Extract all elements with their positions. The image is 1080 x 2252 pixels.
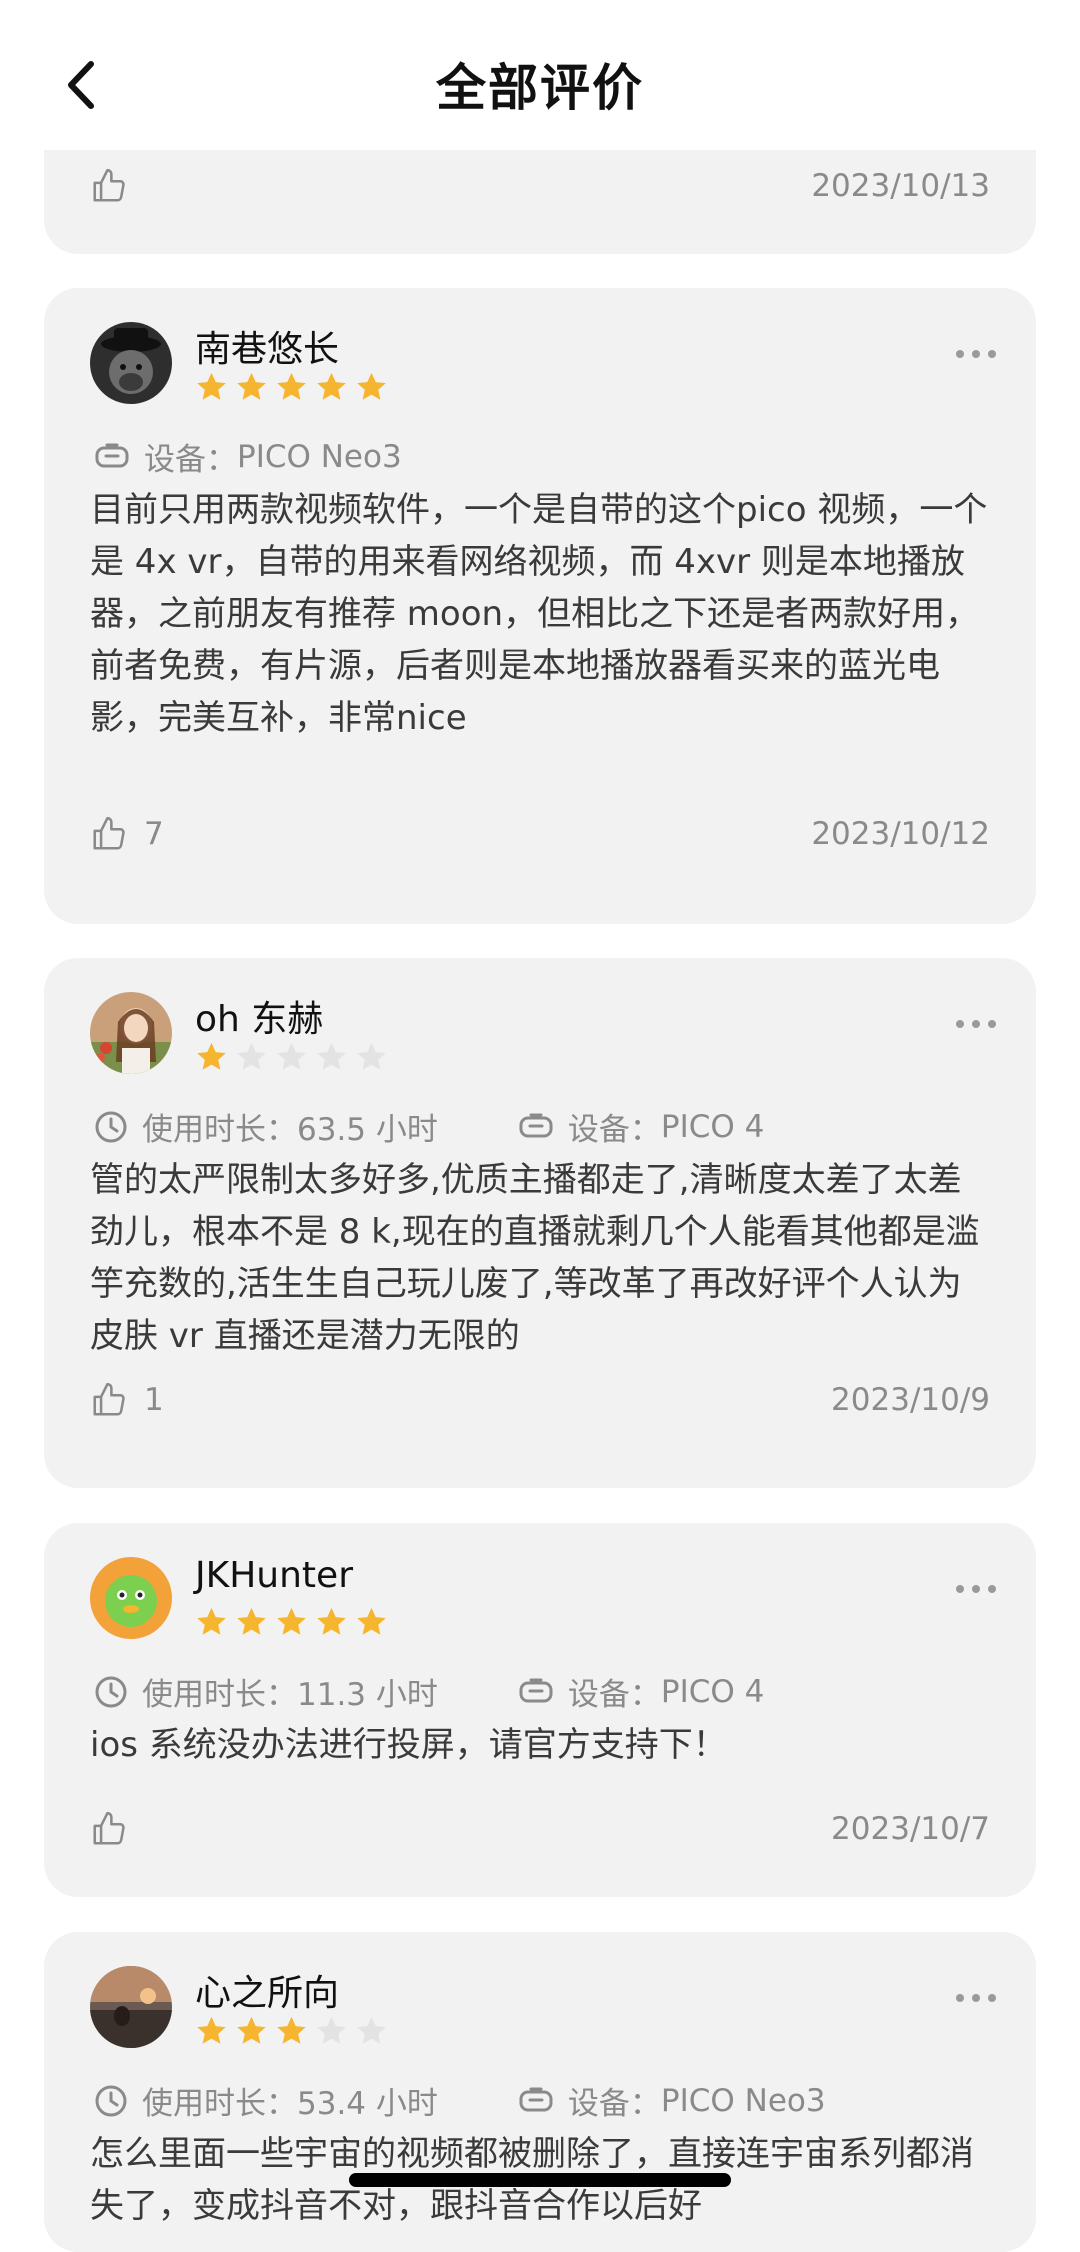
top-nav-bar: 全部评价 — [0, 0, 1080, 150]
like-button[interactable] — [90, 1810, 128, 1848]
rating-stars — [194, 2014, 389, 2049]
review-content: ios 系统没办法进行投屏，请官方支持下！ — [90, 1725, 727, 1765]
duration-value: 63.5 小时 — [297, 1112, 438, 1148]
clock-icon — [95, 1676, 127, 1707]
star-icon — [317, 372, 346, 400]
review-content: 管的太严限制太多好多,优质主播都走了,清晰度太差了太差劲儿，根本不是 8 k,现… — [90, 1160, 980, 1356]
star-icon — [317, 1042, 346, 1070]
star-icon — [277, 372, 306, 400]
duration-value: 11.3 小时 — [297, 1677, 438, 1713]
star-icon — [197, 1607, 226, 1635]
like-button[interactable]: 1 — [90, 1381, 164, 1419]
star-icon — [317, 2016, 346, 2044]
review-date: 2023/10/9 — [831, 1382, 990, 1418]
star-icon — [237, 1042, 266, 1070]
rating-stars — [194, 370, 389, 405]
device-value: PICO Neo3 — [237, 438, 402, 475]
username: 心之所向 — [195, 1973, 340, 2014]
headset-icon — [519, 1678, 553, 1702]
username: JKHunter — [195, 1555, 353, 1596]
star-icon — [237, 1607, 266, 1635]
thumbs-up-icon — [93, 168, 125, 202]
device-label: 设备： — [567, 1112, 661, 1148]
device-info: 设备： PICO Neo3 — [518, 2078, 826, 2123]
star-icon — [277, 1607, 306, 1635]
thumbs-up-icon — [93, 1382, 125, 1416]
device-label: 设备： — [144, 442, 237, 478]
home-indicator[interactable] — [349, 2173, 731, 2187]
review-content: 目前只用两款视频软件，一个是自带的这个pico 视频，一个是 4x vr，自带的… — [90, 490, 988, 738]
like-button[interactable] — [90, 167, 128, 205]
headset-icon — [95, 443, 129, 467]
star-icon — [277, 2016, 306, 2044]
device-info: 设备： PICO Neo3 — [94, 434, 402, 479]
star-icon — [357, 1607, 386, 1635]
more-options-button[interactable] — [956, 1585, 996, 1593]
duration-label: 使用时长： — [142, 2086, 297, 2122]
rating-stars — [194, 1040, 389, 1075]
more-dots-icon — [956, 1020, 964, 1028]
more-dots-icon — [956, 1994, 964, 2002]
star-icon — [197, 1042, 226, 1070]
star-icon — [357, 372, 386, 400]
like-count: 1 — [144, 1382, 164, 1418]
star-icon — [357, 2016, 386, 2044]
device-value: PICO Neo3 — [660, 2082, 826, 2119]
username: 南巷悠长 — [195, 329, 340, 370]
device-value: PICO 4 — [660, 1108, 765, 1145]
star-icon — [317, 1607, 346, 1635]
avatar[interactable] — [90, 1966, 172, 2048]
star-icon — [357, 1042, 386, 1070]
duration-info: 使用时长： 11.3 小时 — [94, 1669, 438, 1714]
review-card: oh 东赫 使用时长： 63.5 小时 设备： PICO 4 管的太严限制太多好… — [44, 958, 1036, 1488]
review-date: 2023/10/7 — [831, 1811, 990, 1847]
duration-label: 使用时长： — [142, 1677, 297, 1713]
headset-icon — [519, 2087, 553, 2111]
thumbs-up-icon — [93, 1811, 125, 1845]
more-dots-icon — [956, 1585, 964, 1593]
review-card: 心之所向 使用时长： 53.4 小时 设备： PICO Neo3 怎么里面一些宇… — [44, 1932, 1036, 2252]
duration-label: 使用时长： — [142, 1112, 297, 1148]
clock-icon — [95, 2085, 127, 2116]
headset-icon — [519, 1113, 553, 1137]
review-card: JKHunter 使用时长： 11.3 小时 设备： PICO 4 ios 系统… — [44, 1523, 1036, 1897]
more-options-button[interactable] — [956, 350, 996, 358]
more-options-button[interactable] — [956, 1020, 996, 1028]
like-count: 7 — [144, 816, 164, 852]
like-button[interactable]: 7 — [90, 815, 164, 853]
rating-stars — [194, 1605, 389, 1640]
avatar[interactable] — [90, 992, 172, 1074]
duration-info: 使用时长： 53.4 小时 — [94, 2078, 438, 2123]
device-label: 设备： — [567, 2086, 661, 2122]
device-value: PICO 4 — [660, 1673, 765, 1710]
avatar[interactable] — [90, 322, 172, 404]
device-info: 设备： PICO 4 — [518, 1104, 764, 1149]
thumbs-up-icon — [93, 816, 125, 850]
review-date: 2023/10/12 — [811, 816, 990, 852]
star-icon — [237, 2016, 266, 2044]
duration-value: 53.4 小时 — [297, 2086, 438, 2122]
more-options-button[interactable] — [956, 1994, 996, 2002]
review-date: 2023/10/13 — [811, 168, 990, 204]
more-dots-icon — [956, 350, 964, 358]
username: oh 东赫 — [195, 999, 324, 1040]
star-icon — [197, 372, 226, 400]
avatar[interactable] — [90, 1557, 172, 1639]
duration-info: 使用时长： 63.5 小时 — [94, 1104, 438, 1149]
star-icon — [277, 1042, 306, 1070]
star-icon — [197, 2016, 226, 2044]
page-title: 全部评价 — [436, 59, 644, 117]
clock-icon — [95, 1111, 127, 1142]
review-card: 南巷悠长 设备： PICO Neo3 目前只用两款视频软件，一个是自带的这个pi… — [44, 288, 1036, 924]
device-label: 设备： — [567, 1677, 661, 1713]
device-info: 设备： PICO 4 — [518, 1669, 764, 1714]
star-icon — [237, 372, 266, 400]
